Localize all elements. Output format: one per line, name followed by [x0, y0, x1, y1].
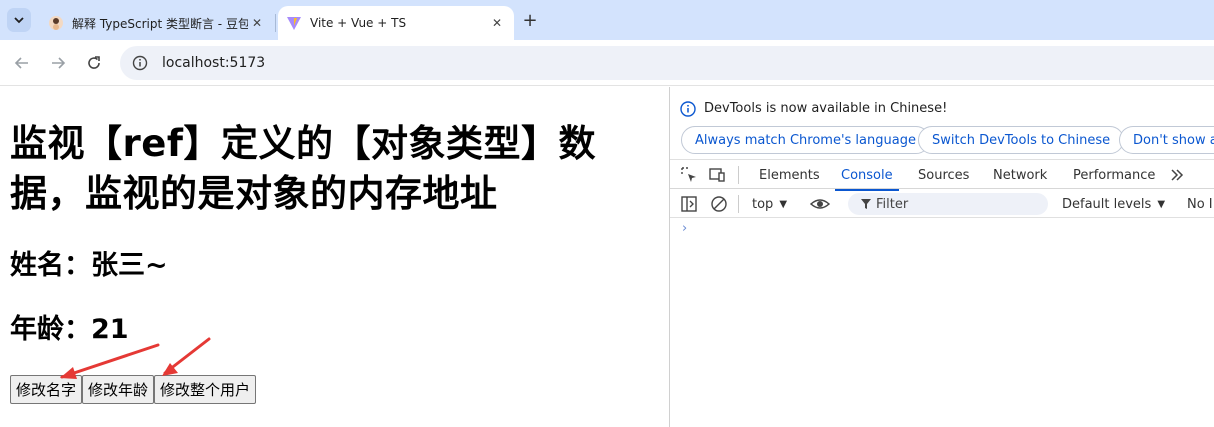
eye-icon[interactable]	[810, 195, 830, 213]
inspect-element-icon[interactable]	[680, 166, 698, 184]
console-toolbar: top ▼ Filter Default levels ▼ No I	[670, 190, 1214, 218]
person-age-heading: 年龄：21	[10, 314, 129, 345]
annotation-arrow-icon	[60, 343, 160, 379]
change-user-button[interactable]: 修改整个用户	[154, 375, 257, 404]
browser-tab-strip: 解释 TypeScript 类型断言 - 豆包 ✕ Vite + Vue + T…	[0, 0, 1214, 40]
levels-label: Default levels	[1062, 196, 1152, 212]
page-title: 监视【ref】定义的【对象类型】数据，监视的是对象的内存地址	[10, 122, 596, 215]
site-info-icon[interactable]	[132, 55, 148, 71]
switch-chinese-button[interactable]: Switch DevTools to Chinese	[918, 126, 1125, 154]
infobar-message: DevTools is now available in Chinese!	[704, 101, 948, 116]
close-icon[interactable]: ✕	[248, 14, 266, 32]
console-filter-input[interactable]: Filter	[848, 193, 1048, 215]
new-tab-plus-icon[interactable]: +	[520, 10, 540, 31]
devtools-panel: DevTools is now available in Chinese! Al…	[669, 87, 1214, 427]
tab-sources[interactable]: Sources	[918, 160, 969, 190]
button-row: 修改名字 修改年龄 修改整个用户	[10, 375, 257, 404]
device-toolbar-icon[interactable]	[708, 166, 726, 184]
more-tabs-chevron-icon[interactable]	[1168, 166, 1186, 184]
chevron-down-icon	[14, 17, 24, 24]
annotation-arrow-icon	[162, 337, 211, 376]
caret-down-icon: ▼	[779, 198, 788, 210]
context-label: top	[752, 196, 774, 212]
browser-toolbar: localhost:5173	[0, 40, 1214, 86]
back-arrow-icon[interactable]	[11, 52, 33, 74]
browser-tab-doubao[interactable]: 解释 TypeScript 类型断言 - 豆包 ✕	[40, 6, 274, 40]
match-language-button[interactable]: Always match Chrome's language	[681, 126, 930, 154]
caret-down-icon: ▼	[1157, 198, 1166, 210]
tab-divider	[275, 14, 276, 32]
browser-tab-vite[interactable]: Vite + Vue + TS ✕	[278, 6, 514, 40]
address-bar[interactable]: localhost:5173	[120, 46, 1214, 80]
toolbar-divider	[738, 195, 739, 213]
close-icon[interactable]: ✕	[488, 14, 506, 32]
devtools-language-infobar: DevTools is now available in Chinese! Al…	[670, 87, 1214, 159]
context-selector[interactable]: top ▼	[752, 190, 787, 218]
tab-performance[interactable]: Performance	[1073, 160, 1155, 190]
filter-icon	[861, 199, 871, 209]
log-levels-dropdown[interactable]: Default levels ▼	[1062, 190, 1165, 218]
url-text: localhost:5173	[162, 55, 266, 71]
toolbar-divider	[738, 166, 739, 184]
tab-search-button[interactable]	[7, 8, 31, 32]
sidebar-toggle-icon[interactable]	[680, 195, 698, 213]
person-name-heading: 姓名：张三~	[10, 250, 168, 281]
info-icon	[680, 101, 696, 117]
tab-console[interactable]: Console	[835, 160, 899, 191]
tab-title: 解释 TypeScript 类型断言 - 豆包	[72, 16, 248, 31]
console-prompt-chevron-icon[interactable]: ›	[682, 221, 687, 236]
tab-title: Vite + Vue + TS	[310, 16, 407, 30]
clear-console-icon[interactable]	[710, 195, 728, 213]
forward-arrow-icon[interactable]	[47, 52, 69, 74]
devtools-tab-bar: Elements Console Sources Network Perform…	[670, 159, 1214, 191]
filter-placeholder: Filter	[876, 196, 909, 212]
change-age-button[interactable]: 修改年龄	[82, 375, 155, 404]
doubao-favicon-icon	[48, 15, 64, 31]
dont-show-again-button[interactable]: Don't show ag	[1119, 126, 1214, 154]
reload-icon[interactable]	[83, 52, 105, 74]
change-name-button[interactable]: 修改名字	[10, 375, 83, 404]
tab-elements[interactable]: Elements	[759, 160, 820, 190]
page-viewport: 监视【ref】定义的【对象类型】数据，监视的是对象的内存地址 姓名：张三~ 年龄…	[0, 87, 669, 427]
vite-favicon-icon	[286, 15, 302, 31]
issues-counter[interactable]: No I	[1187, 190, 1213, 218]
tab-network[interactable]: Network	[993, 160, 1047, 190]
